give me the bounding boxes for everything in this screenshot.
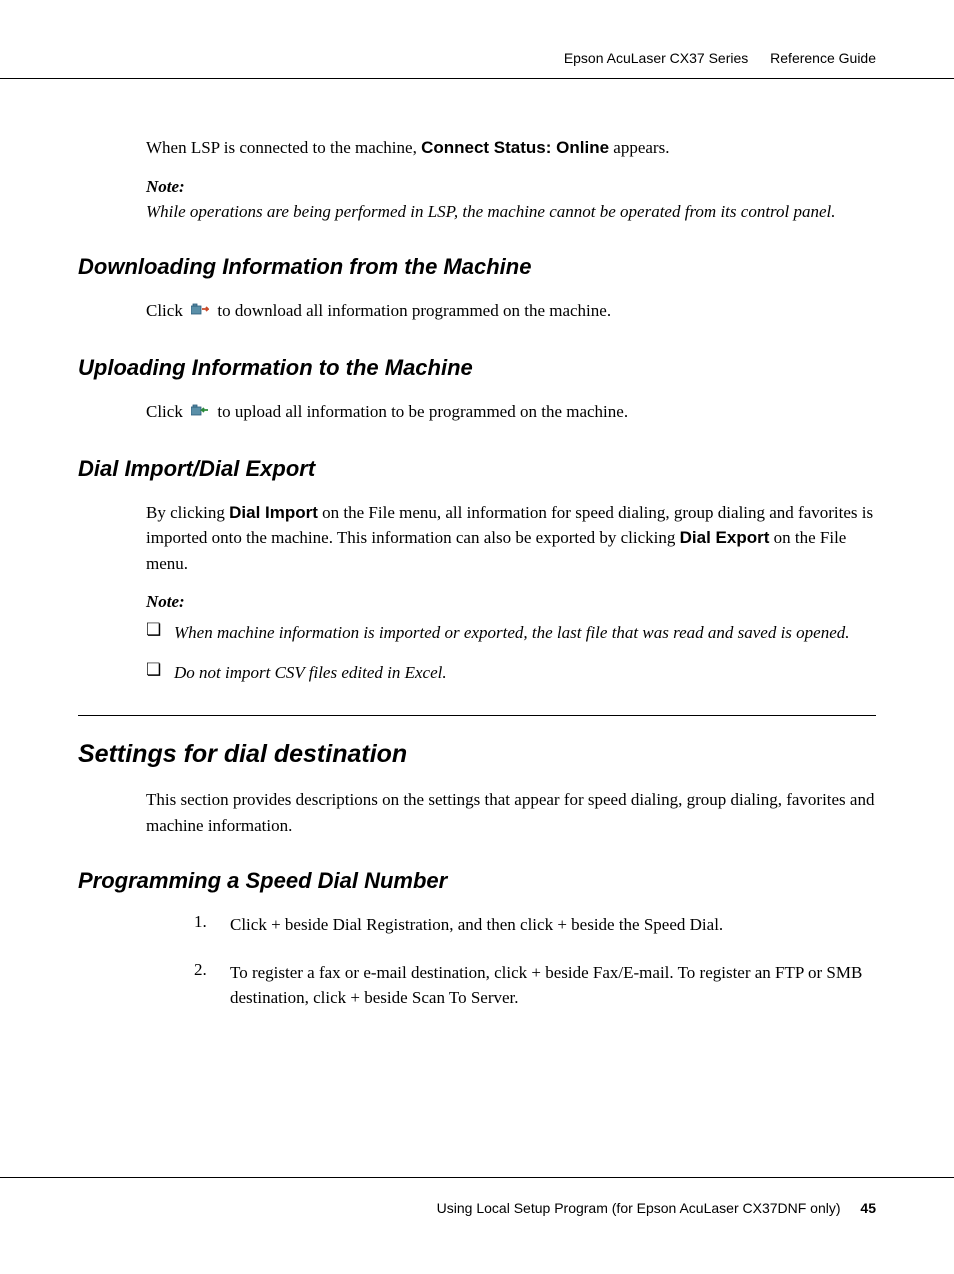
settings-paragraph: This section provides descriptions on th… xyxy=(146,787,876,838)
note-bullet-1: ❏ When machine information is imported o… xyxy=(146,620,876,646)
page-footer: Using Local Setup Program (for Epson Acu… xyxy=(0,1177,954,1216)
intro-bold: Connect Status: Online xyxy=(421,138,609,157)
bullet-marker-icon: ❏ xyxy=(146,620,164,646)
header-doc: Reference Guide xyxy=(770,50,876,66)
footer-page-number: 45 xyxy=(860,1200,876,1216)
section-rule xyxy=(78,715,876,716)
heading-download: Downloading Information from the Machine xyxy=(78,254,876,280)
note-bullet-text-1: When machine information is imported or … xyxy=(174,620,850,646)
note-text: While operations are being performed in … xyxy=(146,199,876,225)
footer-rule xyxy=(0,1177,954,1178)
heading-program: Programming a Speed Dial Number xyxy=(78,868,876,894)
intro-paragraph: When LSP is connected to the machine, Co… xyxy=(146,135,876,161)
heading-settings: Settings for dial destination xyxy=(78,740,876,769)
ol-text-1: Click + beside Dial Registration, and th… xyxy=(230,912,723,938)
header-product: Epson AcuLaser CX37 Series xyxy=(564,50,748,66)
header-rule xyxy=(0,78,954,79)
note-block-2: Note: ❏ When machine information is impo… xyxy=(146,592,876,685)
heading-upload: Uploading Information to the Machine xyxy=(78,355,876,381)
download-pre: Click xyxy=(146,301,187,320)
note-bullet-text-2: Do not import CSV files edited in Excel. xyxy=(174,660,447,686)
ol-item-1: 1. Click + beside Dial Registration, and… xyxy=(194,912,876,938)
upload-paragraph: Click to upload all information to be pr… xyxy=(146,399,876,426)
page-content: When LSP is connected to the machine, Co… xyxy=(78,135,876,1033)
upload-post: to upload all information to be programm… xyxy=(217,402,628,421)
note-block-1: Note: While operations are being perform… xyxy=(146,177,876,225)
ol-text-2: To register a fax or e-mail destination,… xyxy=(230,960,876,1011)
dial-bold-1: Dial Import xyxy=(229,503,318,522)
download-paragraph: Click to download all information progra… xyxy=(146,298,876,325)
note-label: Note: xyxy=(146,177,876,197)
ordered-list: 1. Click + beside Dial Registration, and… xyxy=(146,912,876,1011)
upload-icon xyxy=(191,400,209,426)
bullet-marker-icon: ❏ xyxy=(146,660,164,686)
download-icon xyxy=(191,299,209,325)
ol-marker-2: 2. xyxy=(194,960,230,1011)
dial-pre: By clicking xyxy=(146,503,229,522)
dial-bold-2: Dial Export xyxy=(680,528,770,547)
note-label-2: Note: xyxy=(146,592,876,612)
dial-paragraph: By clicking Dial Import on the File menu… xyxy=(146,500,876,577)
intro-post: appears. xyxy=(609,138,669,157)
page-header: Epson AcuLaser CX37 Series Reference Gui… xyxy=(564,50,876,66)
upload-pre: Click xyxy=(146,402,187,421)
intro-pre: When LSP is connected to the machine, xyxy=(146,138,421,157)
ol-marker-1: 1. xyxy=(194,912,230,938)
heading-dial: Dial Import/Dial Export xyxy=(78,456,876,482)
note-bullet-2: ❏ Do not import CSV files edited in Exce… xyxy=(146,660,876,686)
download-post: to download all information programmed o… xyxy=(217,301,611,320)
footer-chapter: Using Local Setup Program (for Epson Acu… xyxy=(437,1200,841,1216)
ol-item-2: 2. To register a fax or e-mail destinati… xyxy=(194,960,876,1011)
